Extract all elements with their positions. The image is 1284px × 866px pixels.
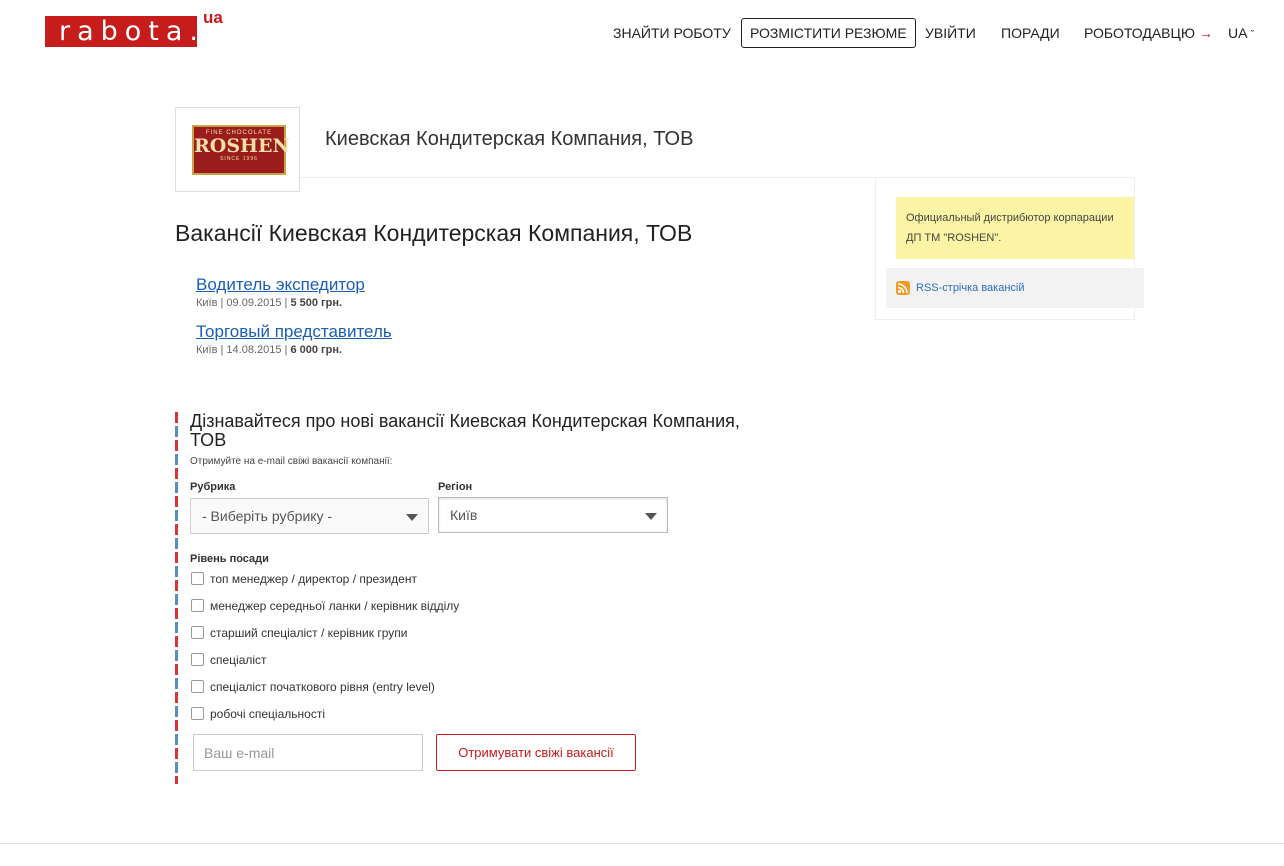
level-option[interactable]: топ менеджер / директор / президент [191, 571, 417, 587]
subscribe-border [175, 412, 178, 784]
subscribe-title: Дізнавайтеся про нові вакансії Киевская … [190, 411, 740, 450]
main-nav: ЗНАЙТИ РОБОТУ РОЗМІСТИТИ РЕЗЮМЕ УВІЙТИ П… [0, 18, 1284, 48]
checkbox[interactable] [191, 572, 204, 585]
level-option-label: робочі спеціальності [210, 707, 325, 721]
rubric-label: Рубрика [190, 481, 236, 493]
vacancy-item: Водитель экспедитор Київ | 09.09.2015 | … [196, 275, 365, 310]
region-label: Регіон [438, 481, 473, 493]
rss-icon [896, 281, 910, 295]
caret-down-icon [645, 513, 657, 520]
vacancy-meta: Київ | 14.08.2015 | 6 000 грн. [196, 343, 392, 357]
vacancy-item: Торговый представитель Київ | 14.08.2015… [196, 322, 392, 357]
region-select[interactable]: Київ [438, 497, 668, 533]
vacancy-link[interactable]: Торговый представитель [196, 322, 392, 342]
language-switcher[interactable]: UA ˇ [1228, 18, 1254, 48]
footer-divider [0, 843, 1284, 844]
level-label: Рівень посади [190, 553, 269, 565]
subscribe-button[interactable]: Отримувати свіжі вакансії [436, 734, 636, 771]
level-option-label: спеціаліст початкового рівня (entry leve… [210, 680, 435, 694]
checkbox[interactable] [191, 680, 204, 693]
checkbox[interactable] [191, 653, 204, 666]
vacancy-link[interactable]: Водитель экспедитор [196, 275, 365, 295]
rss-feed-link[interactable]: RSS-стрічка вакансій [886, 268, 1144, 308]
level-option[interactable]: робочі спеціальності [191, 706, 325, 722]
email-input[interactable] [193, 734, 423, 771]
checkbox[interactable] [191, 707, 204, 720]
level-option[interactable]: спеціаліст початкового рівня (entry leve… [191, 679, 435, 695]
nav-find-job[interactable]: ЗНАЙТИ РОБОТУ [613, 18, 731, 48]
checkbox[interactable] [191, 599, 204, 612]
nav-employer[interactable]: РОБОТОДАВЦЮ → [1084, 18, 1213, 48]
checkbox[interactable] [191, 626, 204, 639]
vacancy-salary: 6 000 грн. [290, 344, 343, 356]
vacancy-meta: Київ | 09.09.2015 | 5 500 грн. [196, 296, 365, 310]
chevron-down-icon: ˇ [1250, 29, 1255, 41]
rubric-select-value: - Виберіть рубрику - [202, 508, 333, 524]
subscribe-hint: Отримуйте на e-mail свіжі вакансії компа… [190, 456, 393, 467]
company-description-line2: ДП ТМ "ROSHEN". [906, 232, 1002, 244]
vacancies-title: Вакансії Киевская Кондитерская Компания,… [175, 220, 693, 246]
rss-label: RSS-стрічка вакансій [916, 282, 1025, 294]
level-option-label: спеціаліст [210, 653, 267, 667]
company-logo: FINE CHOCOLATE ROSHEN SINCE 1996 [175, 107, 300, 192]
region-select-value: Київ [450, 507, 478, 523]
level-option[interactable]: старший спеціаліст / керівник групи [191, 625, 407, 641]
company-description-line1: Официальный дистрибютор корпарации [906, 212, 1114, 224]
nav-employer-label: РОБОТОДАВЦЮ [1084, 25, 1196, 41]
roshen-logo: FINE CHOCOLATE ROSHEN SINCE 1996 [192, 125, 290, 175]
nav-login[interactable]: УВІЙТИ [925, 18, 976, 48]
vacancy-salary: 5 500 грн. [290, 297, 343, 309]
company-name: Киевская Кондитерская Компания, ТОВ [325, 128, 694, 150]
vacancy-location-date: Київ | 14.08.2015 | [196, 344, 291, 356]
level-option[interactable]: спеціаліст [191, 652, 267, 668]
arrow-right-icon: → [1198, 25, 1213, 41]
nav-post-resume[interactable]: РОЗМІСТИТИ РЕЗЮМЕ [741, 18, 916, 48]
level-option-label: менеджер середньої ланки / керівник відд… [210, 599, 460, 613]
nav-tips[interactable]: ПОРАДИ [1001, 18, 1060, 48]
logo-brand-name: ROSHEN [194, 135, 290, 157]
caret-down-icon [406, 514, 418, 521]
vacancy-location-date: Київ | 09.09.2015 | [196, 297, 291, 309]
company-description: Официальный дистрибютор корпарации ДП ТМ… [896, 197, 1134, 259]
level-option-label: топ менеджер / директор / президент [210, 572, 417, 586]
level-option[interactable]: менеджер середньої ланки / керівник відд… [191, 598, 459, 614]
language-label: UA [1228, 25, 1247, 41]
rubric-select[interactable]: - Виберіть рубрику - [190, 498, 429, 534]
level-option-label: старший спеціаліст / керівник групи [210, 626, 408, 640]
